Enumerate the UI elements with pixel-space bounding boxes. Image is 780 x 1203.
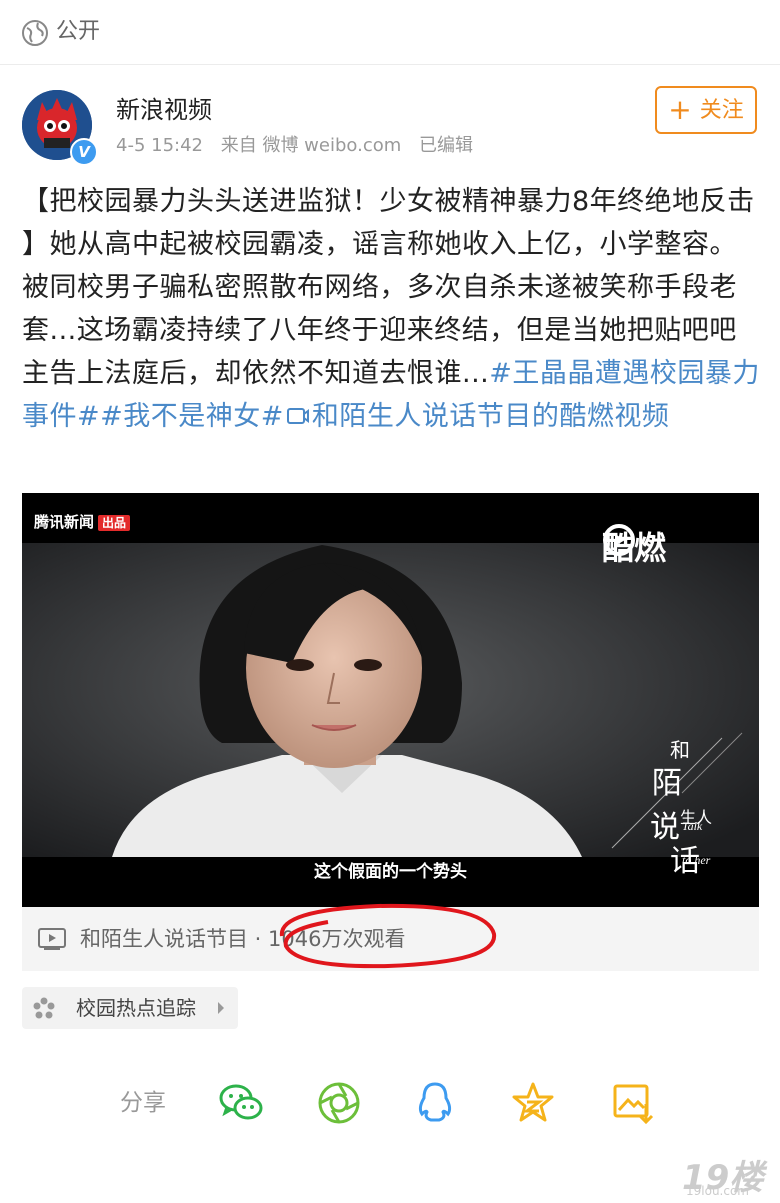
follow-button[interactable]: + 关注	[655, 86, 757, 134]
save-image-icon[interactable]	[610, 1080, 656, 1126]
red-annotation-circle	[279, 903, 497, 969]
plus-icon: +	[668, 93, 692, 126]
show-title-char: 陌	[652, 766, 682, 801]
share-label: 分享	[120, 1090, 166, 1116]
kuran-logo-icon	[603, 524, 635, 556]
post-time: 4-5 15:42	[116, 135, 203, 156]
video-link[interactable]: 和陌生人说话节目的酷燃视频	[284, 401, 670, 432]
video-player[interactable]: 腾讯新闻 出品 酷燃 和 陌 说生人 话 Talk to her 这个假面的一个势…	[22, 493, 759, 907]
visibility-label: 公开	[56, 19, 101, 44]
globe-icon	[22, 20, 48, 46]
video-source-watermark: 腾讯新闻 出品	[34, 511, 131, 532]
show-title-char: 说	[650, 810, 680, 845]
topic-chip[interactable]: 校园热点追踪	[22, 987, 238, 1029]
avatar[interactable]: V	[22, 90, 98, 166]
chevron-right-icon	[218, 1002, 224, 1014]
post-body: 【把校园暴力头头送进监狱！少女被精神暴力8年终绝地反击 】她从高中起被校园霸凌，…	[22, 180, 760, 438]
tencent-news-label: 腾讯新闻	[34, 513, 95, 531]
topic-label: 校园热点追踪	[76, 996, 196, 1020]
hashtag-link[interactable]: #我不是神女#	[100, 401, 284, 432]
follow-label: 关注	[699, 98, 744, 123]
video-source-badge: 出品	[98, 515, 131, 531]
video-icon	[38, 928, 66, 950]
show-title-char: 和	[670, 738, 690, 762]
kuran-brand-logo: 酷燃	[602, 523, 666, 569]
qzone-icon[interactable]	[510, 1080, 556, 1126]
topic-flower-icon	[33, 997, 55, 1019]
edited-label[interactable]: 已编辑	[419, 135, 473, 156]
moments-icon[interactable]	[316, 1080, 362, 1126]
verified-badge-icon: V	[70, 138, 98, 166]
wechat-icon[interactable]	[218, 1080, 264, 1126]
site-watermark-url: 19lou.com	[686, 1184, 749, 1198]
video-link-text: 和陌生人说话节目的酷燃视频	[311, 401, 670, 432]
video-subtitle: 这个假面的一个势头	[314, 862, 467, 882]
post-meta: 4-5 15:42 来自 微博 weibo.com 已编辑	[116, 134, 485, 158]
post-source[interactable]: 来自 微博 weibo.com	[221, 135, 402, 156]
qq-icon[interactable]	[412, 1080, 458, 1126]
author-name[interactable]: 新浪视频	[116, 94, 212, 126]
visibility-bar: 公开	[0, 0, 780, 65]
video-link-icon	[286, 408, 309, 424]
